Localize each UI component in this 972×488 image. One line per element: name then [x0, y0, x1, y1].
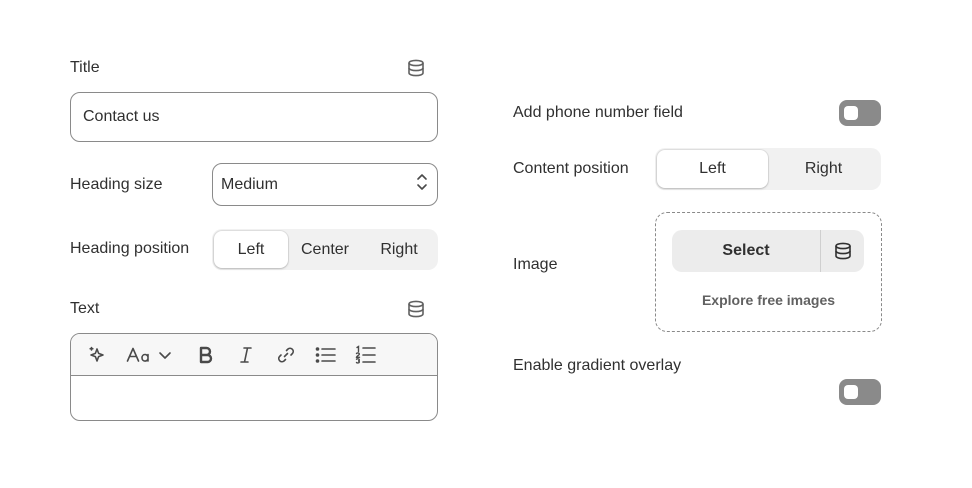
phone-field-label: Add phone number field — [513, 104, 683, 121]
numbered-list-icon[interactable] — [351, 340, 381, 370]
italic-icon[interactable] — [231, 340, 261, 370]
heading-position-control: Left Center Right — [212, 229, 438, 270]
title-label: Title — [70, 59, 100, 76]
heading-position-center[interactable]: Center — [288, 231, 362, 268]
database-icon[interactable] — [406, 58, 426, 78]
phone-field-toggle[interactable] — [839, 100, 881, 126]
heading-position-left[interactable]: Left — [214, 231, 288, 268]
gradient-overlay-toggle[interactable] — [839, 379, 881, 405]
toggle-knob — [844, 385, 858, 399]
heading-size-value: Medium — [221, 175, 278, 193]
heading-position-label: Heading position — [70, 240, 190, 257]
heading-position-right[interactable]: Right — [362, 231, 436, 268]
image-picker[interactable]: Select Explore free images — [655, 212, 882, 332]
content-position-label: Content position — [513, 160, 629, 177]
chevron-down-icon[interactable] — [155, 340, 175, 370]
content-position-control: Left Right — [655, 148, 881, 190]
gradient-overlay-label: Enable gradient overlay — [513, 357, 682, 374]
database-icon[interactable] — [821, 230, 864, 272]
content-position-right[interactable]: Right — [768, 150, 879, 188]
explore-free-images-link[interactable]: Explore free images — [656, 292, 881, 308]
font-style-icon[interactable] — [123, 340, 153, 370]
database-icon[interactable] — [406, 299, 426, 319]
text-label: Text — [70, 300, 100, 317]
title-input[interactable]: Contact us — [70, 92, 438, 142]
link-icon[interactable] — [271, 340, 301, 370]
toggle-knob — [844, 106, 858, 120]
title-input-value: Contact us — [83, 108, 160, 125]
image-label: Image — [513, 256, 558, 273]
bullet-list-icon[interactable] — [311, 340, 341, 370]
text-editor — [70, 333, 438, 421]
heading-size-label: Heading size — [70, 176, 163, 193]
editor-toolbar — [71, 334, 437, 376]
select-chevrons-icon — [415, 172, 429, 197]
editor-content-area[interactable] — [71, 376, 437, 419]
sparkle-icon[interactable] — [83, 340, 113, 370]
content-position-left[interactable]: Left — [657, 150, 768, 188]
image-select-button[interactable]: Select — [672, 230, 820, 272]
image-select-group: Select — [672, 230, 864, 272]
bold-icon[interactable] — [191, 340, 221, 370]
heading-size-select[interactable]: Medium — [212, 163, 438, 206]
